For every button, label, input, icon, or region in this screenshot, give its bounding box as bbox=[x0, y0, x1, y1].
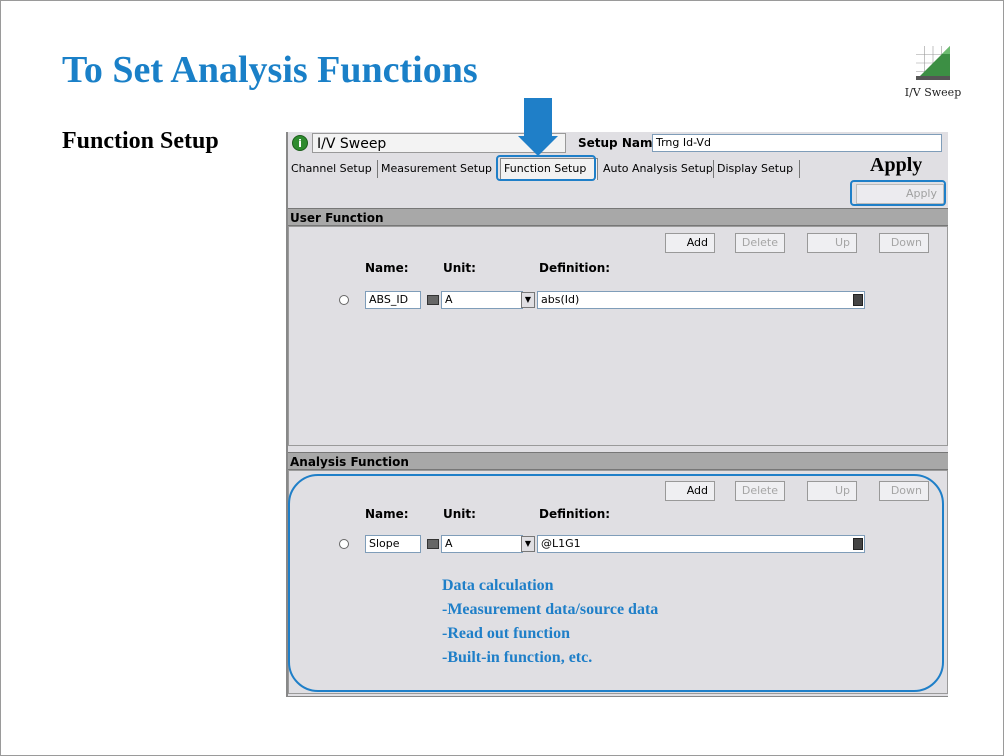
tab-channel-setup[interactable]: Channel Setup bbox=[288, 160, 378, 178]
keyboard-icon[interactable] bbox=[427, 295, 439, 305]
note-line: -Built-in function, etc. bbox=[442, 649, 593, 666]
function-setup-highlight bbox=[496, 155, 596, 181]
analysis-notes: Data calculation -Measurement data/sourc… bbox=[442, 574, 658, 670]
note-line: -Read out function bbox=[442, 625, 571, 642]
user-definition-column-label: Definition: bbox=[539, 261, 611, 275]
analysis-function-header: Analysis Function bbox=[288, 452, 948, 470]
user-name-field[interactable]: ABS_ID bbox=[365, 291, 421, 309]
user-function-header: User Function bbox=[288, 208, 948, 226]
user-down-button[interactable]: Down bbox=[879, 233, 929, 253]
user-function-panel: Add Delete Up Down Name: Unit: Definitio… bbox=[288, 226, 948, 446]
slide-title: To Set Analysis Functions bbox=[62, 49, 478, 91]
iv-sweep-icon bbox=[916, 46, 950, 80]
section-label: Function Setup bbox=[62, 128, 219, 154]
iv-sweep-icon-label: I/V Sweep bbox=[904, 86, 962, 99]
user-unit-field[interactable]: A bbox=[441, 291, 523, 309]
info-icon[interactable]: i bbox=[292, 135, 308, 151]
user-row-radio[interactable] bbox=[339, 295, 349, 305]
iv-sweep-launcher[interactable]: I/V Sweep bbox=[898, 46, 968, 99]
tab-auto-analysis-setup[interactable]: Auto Analysis Setup bbox=[600, 160, 714, 178]
apply-highlight bbox=[850, 180, 946, 206]
user-delete-button[interactable]: Delete bbox=[735, 233, 785, 253]
pointer-arrow-icon bbox=[518, 98, 558, 156]
calculator-icon[interactable] bbox=[853, 294, 863, 306]
user-name-column-label: Name: bbox=[365, 261, 409, 275]
user-definition-field[interactable]: abs(Id) bbox=[537, 291, 865, 309]
tab-display-setup[interactable]: Display Setup bbox=[714, 160, 800, 178]
apply-bar: Apply bbox=[288, 180, 948, 208]
window-titlebar: i I/V Sweep Setup Name: Trng Id-Vd bbox=[288, 132, 948, 154]
setup-name-input[interactable]: Trng Id-Vd bbox=[652, 134, 942, 152]
user-unit-column-label: Unit: bbox=[443, 261, 476, 275]
apply-callout: Apply bbox=[870, 154, 923, 176]
chevron-down-icon[interactable]: ▼ bbox=[521, 292, 535, 308]
user-up-button[interactable]: Up bbox=[807, 233, 857, 253]
note-line: -Measurement data/source data bbox=[442, 601, 659, 618]
user-add-button[interactable]: Add bbox=[665, 233, 715, 253]
tab-measurement-setup[interactable]: Measurement Setup bbox=[378, 160, 498, 178]
note-line: Data calculation bbox=[442, 577, 554, 594]
